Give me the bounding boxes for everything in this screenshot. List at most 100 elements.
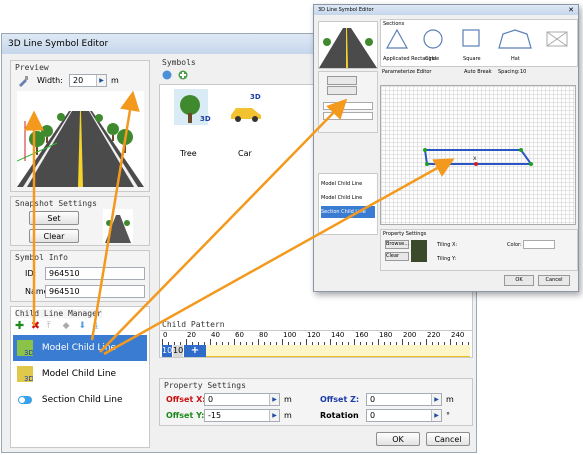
name-field[interactable]: 964510 [45, 285, 145, 298]
add-icon[interactable]: ✚ [15, 320, 25, 331]
ruler-label: 0 [163, 331, 168, 339]
close-icon[interactable]: ✕ [568, 6, 574, 14]
ok-button[interactable]: OK [376, 432, 420, 446]
width-stepper[interactable]: 20 ▶ [69, 74, 107, 87]
width-value: 20 [73, 76, 84, 85]
width-unit: m [111, 76, 119, 85]
ruler-label: 220 [427, 331, 441, 339]
symbols-toolbar [162, 70, 192, 82]
ruler-label: 80 [259, 331, 268, 339]
child-toolbar: ✚ ✖ ⤒ ◆ ⬇ ⤓ [15, 320, 145, 333]
symbol-tree[interactable]: 3D [174, 89, 214, 129]
id-field[interactable]: 964510 [45, 267, 145, 280]
mini-color-select[interactable] [523, 240, 555, 249]
pattern-cell[interactable]: 10 [162, 345, 172, 357]
add-symbol-icon[interactable] [178, 70, 188, 80]
snapshot-group: Snapshot Settings Set Clear [10, 196, 150, 246]
stepper-arrow-icon[interactable]: ▶ [96, 75, 106, 86]
ruler-label: 140 [331, 331, 345, 339]
globe-icon[interactable] [162, 70, 172, 80]
mini-tiling-y: Tiling Y: [437, 256, 457, 262]
rotation-stepper[interactable]: 0 ▶ [366, 409, 442, 422]
offset-x-stepper[interactable]: 0 ▶ [204, 393, 280, 406]
symbols-label: Symbols [162, 58, 196, 67]
mini-param-label: Parameterize Editor [382, 69, 432, 75]
child-pattern-ruler: 0 20 40 60 80 100 120 140 160 180 200 220 240 10 10 … [159, 330, 473, 358]
road-preview-image [17, 91, 144, 187]
move-bottom-icon[interactable]: ⤓ [94, 321, 104, 331]
snapshot-set-button[interactable]: Set [29, 211, 79, 225]
child-line-manager-group: Child Line Manager ✚ ✖ ⤒ ◆ ⬇ ⤓ 3D Model … [10, 306, 150, 448]
mini-spacing-value[interactable]: 10 [520, 69, 526, 75]
mini-ok-button[interactable]: OK [504, 275, 534, 286]
list-item[interactable]: 3D Model Child Line [13, 335, 147, 361]
mini-grid-canvas[interactable]: x [380, 85, 576, 225]
list-item-label: Model Child Line [41, 343, 117, 353]
tree-3d-badge: 3D [200, 115, 211, 123]
move-top-icon[interactable]: ⤒ [47, 321, 57, 331]
ruler-label: 240 [451, 331, 465, 339]
mini-list-item[interactable]: Model Child Line [321, 178, 375, 190]
mini-preview [318, 21, 378, 69]
ruler-label: 20 [187, 331, 196, 339]
snapshot-thumbnail [103, 209, 133, 243]
mini-shape-label: Square [463, 56, 481, 62]
pattern-add-button[interactable]: + [184, 345, 206, 357]
pattern-empty-track [206, 345, 470, 357]
symbol-tree-label: Tree [180, 149, 197, 158]
symbol-car-label: Car [238, 149, 252, 158]
move-up-icon[interactable]: ◆ [63, 321, 73, 331]
mini-browse-button[interactable]: Browse... [385, 240, 409, 249]
mini-child-list: Model Child Line Model Child Line Sectio… [318, 173, 378, 235]
offset-y-value: -15 [208, 411, 222, 420]
ruler-label: 120 [307, 331, 321, 339]
preview-group: Preview Width: 20 ▶ m [10, 60, 150, 192]
mini-spacing-label: Spacing: [498, 69, 520, 75]
mini-set-button[interactable] [327, 76, 357, 85]
list-item[interactable]: 3D Model Child Line [13, 361, 147, 387]
mini-property-panel: Property Settings Browse... Clear Tiling… [380, 229, 578, 271]
mini-shape-label: Hat [511, 56, 520, 62]
offset-z-stepper[interactable]: 0 ▶ [366, 393, 442, 406]
mini-list-item[interactable]: Section Child Line [321, 206, 375, 218]
stepper-arrow-icon[interactable]: ▶ [269, 410, 279, 421]
rotation-value: 0 [370, 411, 376, 420]
child-pattern-label: Child Pattern [162, 320, 225, 329]
mini-name-field[interactable] [323, 112, 373, 120]
mini-id-field[interactable] [323, 102, 373, 110]
offset-x-unit: m [284, 395, 292, 404]
move-down-icon[interactable]: ⬇ [79, 321, 89, 331]
snapshot-clear-button[interactable]: Clear [29, 229, 79, 243]
brush-icon[interactable] [17, 75, 29, 87]
mini-clear2-button[interactable]: Clear [385, 252, 409, 261]
ruler-label: 100 [283, 331, 297, 339]
section-editor-window: 3D Line Symbol Editor ✕ Model Child Line… [313, 4, 579, 292]
car-3d-badge: 3D [250, 93, 261, 101]
ruler-label: 180 [379, 331, 393, 339]
ruler-label: 60 [235, 331, 244, 339]
stepper-arrow-icon[interactable]: ▶ [431, 394, 441, 405]
mini-autobreak[interactable]: Auto Break [464, 69, 492, 75]
delete-icon[interactable]: ✖ [31, 320, 41, 331]
symbol-car[interactable]: 3D [228, 93, 264, 129]
stepper-arrow-icon[interactable]: ▶ [431, 410, 441, 421]
offset-y-unit: m [284, 411, 292, 420]
property-settings-label: Property Settings [164, 381, 246, 390]
list-item[interactable]: Section Child Line [13, 387, 147, 413]
mini-sections-panel: Sections Applicated Rectangle Circle Squ… [380, 19, 578, 67]
pattern-cell[interactable]: 10 [173, 345, 183, 357]
list-item-label: Model Child Line [41, 369, 117, 379]
mini-cancel-button[interactable]: Cancel [538, 275, 570, 286]
mini-title: 3D Line Symbol Editor [318, 7, 374, 13]
symbol-info-label: Symbol Info [15, 253, 68, 262]
mini-list-item[interactable]: Model Child Line [321, 192, 375, 204]
ruler-label: 200 [403, 331, 417, 339]
child-line-manager-label: Child Line Manager [15, 309, 102, 318]
cancel-button[interactable]: Cancel [426, 432, 470, 446]
offset-y-stepper[interactable]: -15 ▶ [204, 409, 280, 422]
stepper-arrow-icon[interactable]: ▶ [269, 394, 279, 405]
mini-clear-button[interactable] [327, 86, 357, 95]
preview-label: Preview [15, 63, 49, 72]
list-item-label: Section Child Line [41, 395, 123, 405]
mini-texture-swatch [411, 240, 427, 262]
